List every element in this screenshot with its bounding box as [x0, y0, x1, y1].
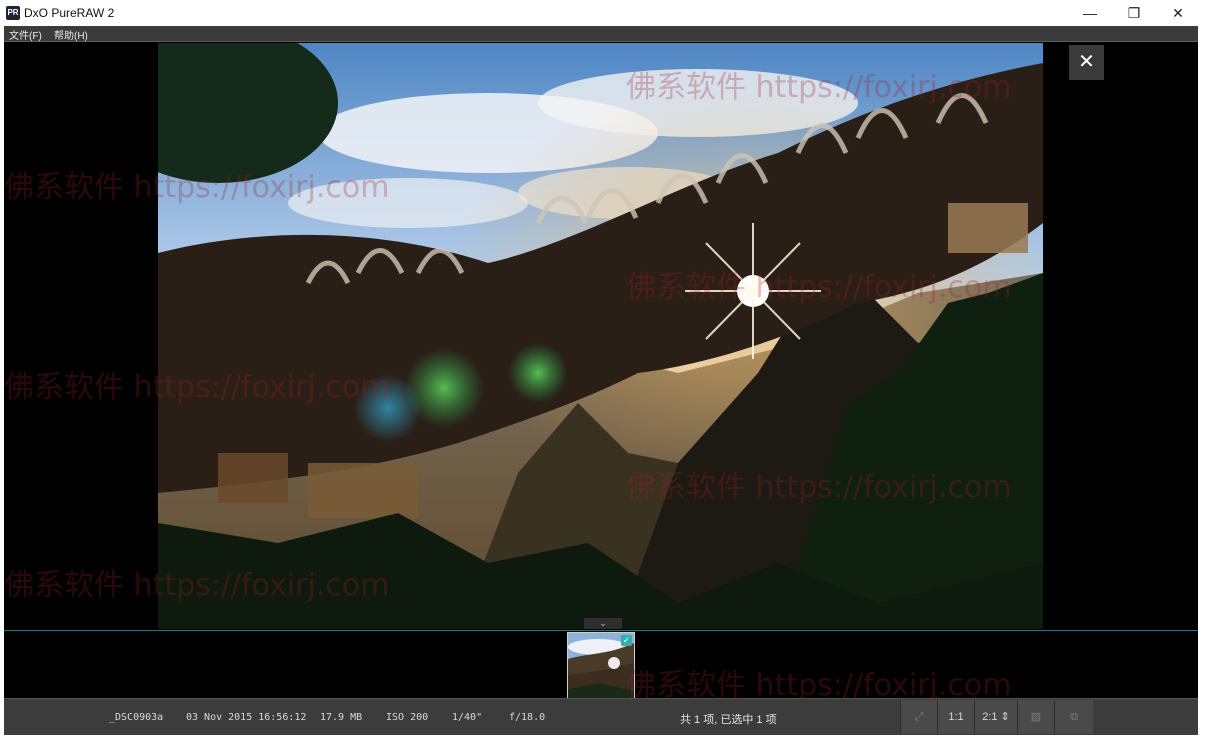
file-name: _DSC0903a — [109, 712, 164, 723]
title-bar: PR DxO PureRAW 2 — ❐ ✕ — [0, 0, 1214, 26]
status-bar: _DSC0903a 03 Nov 2015 16:56:12 17.9 MB I… — [4, 698, 1198, 735]
window-title: DxO PureRAW 2 — [24, 6, 115, 20]
app-logo-icon: PR — [6, 6, 20, 20]
shutter-speed: 1/40" — [452, 712, 483, 723]
filmstrip: ✓ — [4, 630, 1198, 700]
zoom-level-select[interactable]: 2:1 ⇕ — [974, 700, 1017, 734]
capture-datetime: 03 Nov 2015 16:56:12 — [186, 712, 307, 723]
batch-view-icon[interactable]: ⧉ — [1054, 700, 1093, 734]
close-viewer-button[interactable]: ✕ — [1069, 45, 1104, 80]
restore-button[interactable]: ❐ — [1112, 0, 1156, 26]
selected-check-icon[interactable]: ✓ — [621, 635, 632, 646]
photo-thumbnail[interactable]: ✓ — [567, 632, 635, 700]
iso-value: ISO 200 — [386, 712, 429, 723]
photo-viewer: ✕ ⌄ — [4, 41, 1198, 631]
menu-bar: 文件(F) 帮助(H) — [4, 26, 1198, 42]
file-size: 17.9 MB — [320, 712, 363, 723]
fullscreen-icon[interactable]: ⤢ — [900, 700, 937, 734]
aperture-value: f/18.0 — [509, 712, 546, 723]
collapse-filmstrip-button[interactable]: ⌄ — [584, 618, 622, 629]
zoom-1to1-button[interactable]: 1:1 — [937, 700, 974, 734]
menu-file[interactable]: 文件(F) — [9, 27, 42, 42]
close-window-button[interactable]: ✕ — [1156, 0, 1200, 26]
compare-view-icon[interactable]: ▧ — [1017, 700, 1054, 734]
main-photo — [158, 43, 1043, 629]
menu-help[interactable]: 帮助(H) — [54, 27, 88, 42]
minimize-button[interactable]: — — [1068, 0, 1112, 26]
selection-count: 共 1 项, 已选中 1 项 — [680, 714, 777, 726]
